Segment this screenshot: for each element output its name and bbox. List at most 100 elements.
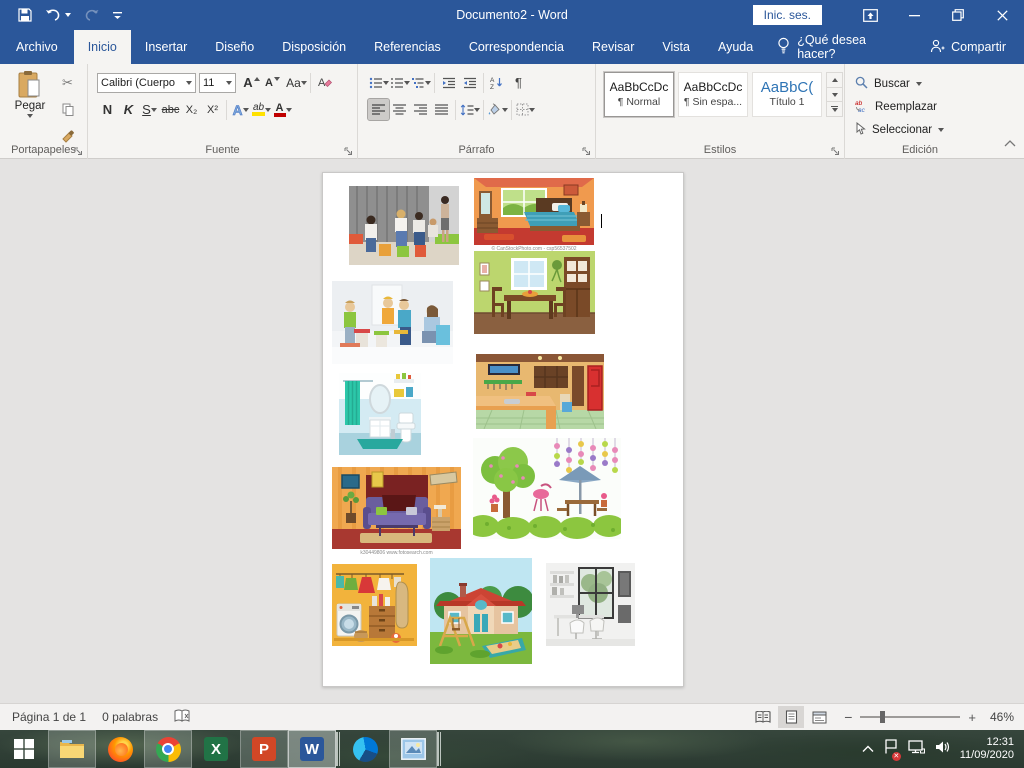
numbering-button[interactable] — [389, 72, 410, 93]
restore-button[interactable] — [936, 0, 980, 30]
tab-revisar[interactable]: Revisar — [578, 30, 648, 64]
tab-ayuda[interactable]: Ayuda — [704, 30, 767, 64]
sign-in-button[interactable]: Inic. ses. — [753, 5, 822, 25]
style-sin-espaciado[interactable]: AaBbCcDc ¶ Sin espa... — [678, 72, 748, 117]
taskbar-edge[interactable] — [341, 730, 389, 768]
superscript-button[interactable]: X² — [202, 99, 223, 120]
taskbar-excel[interactable]: X — [192, 730, 240, 768]
style-normal[interactable]: AaBbCcDc ¶ Normal — [604, 72, 674, 117]
ribbon-display-options-button[interactable] — [848, 0, 892, 30]
text-effects-button[interactable]: A — [230, 99, 251, 120]
strikethrough-button[interactable]: abc — [160, 99, 181, 120]
shading-button[interactable] — [487, 99, 508, 120]
image-home-office-photo[interactable] — [546, 563, 635, 646]
font-size-combobox[interactable]: 11 — [199, 73, 236, 93]
tray-chevron-icon[interactable] — [862, 740, 874, 758]
decrease-indent-button[interactable] — [438, 72, 459, 93]
increase-indent-button[interactable] — [459, 72, 480, 93]
bold-button[interactable]: N — [97, 99, 118, 120]
undo-caret[interactable] — [65, 13, 71, 17]
portapapeles-dialog-launcher[interactable] — [73, 144, 84, 155]
document-page[interactable]: © CanStockPhoto.com - csp56537502 — [322, 172, 684, 687]
collapse-ribbon-icon[interactable] — [1004, 134, 1016, 152]
borders-button[interactable] — [515, 99, 536, 120]
replace-button[interactable]: abac Reemplazar — [855, 97, 995, 116]
tab-archivo[interactable]: Archivo — [0, 30, 74, 64]
share-button[interactable]: Compartir — [912, 30, 1024, 64]
taskbar-file-explorer[interactable] — [48, 730, 96, 768]
subscript-button[interactable]: X₂ — [181, 99, 202, 120]
copy-icon[interactable] — [57, 99, 78, 120]
align-right-button[interactable] — [410, 99, 431, 120]
image-garden-clipart[interactable] — [473, 438, 621, 539]
clear-formatting-button[interactable]: A — [314, 72, 335, 93]
taskbar-chrome[interactable] — [144, 730, 192, 768]
italic-button[interactable]: K — [118, 99, 139, 120]
zoom-level[interactable]: 46% — [978, 710, 1014, 724]
justify-button[interactable] — [431, 99, 452, 120]
styles-gallery-scrollbar[interactable] — [826, 72, 843, 117]
grow-font-button[interactable]: A — [241, 72, 262, 93]
tab-correspondencia[interactable]: Correspondencia — [455, 30, 578, 64]
sort-button[interactable]: AZ — [487, 72, 508, 93]
web-layout-button[interactable] — [806, 706, 832, 728]
minimize-button[interactable] — [892, 0, 936, 30]
font-name-combobox[interactable]: Calibri (Cuerpo — [97, 73, 196, 93]
image-dining-room-clipart[interactable] — [474, 251, 595, 334]
tab-inicio[interactable]: Inicio — [74, 30, 131, 64]
taskbar-word[interactable]: W — [288, 730, 336, 768]
image-kitchen-clipart[interactable] — [476, 354, 604, 429]
tell-me-box[interactable]: ¿Qué desea hacer? — [767, 30, 912, 64]
shrink-font-button[interactable]: A — [262, 72, 283, 93]
image-bedroom-clipart[interactable] — [474, 178, 594, 245]
undo-icon[interactable] — [45, 9, 71, 22]
tray-volume-icon[interactable] — [935, 740, 950, 759]
line-spacing-button[interactable] — [459, 99, 480, 120]
select-button[interactable]: Seleccionar — [855, 120, 995, 139]
image-house-exterior-clipart[interactable] — [430, 558, 532, 664]
zoom-in-button[interactable]: + — [968, 710, 976, 725]
tab-disposicion[interactable]: Disposición — [268, 30, 360, 64]
document-area[interactable]: © CanStockPhoto.com - csp56537502 — [0, 160, 1024, 703]
bullets-button[interactable] — [368, 72, 389, 93]
change-case-button[interactable]: Aa — [286, 72, 307, 93]
zoom-slider[interactable] — [860, 716, 960, 718]
proofing-icon[interactable] — [174, 709, 191, 726]
show-paragraph-marks-button[interactable]: ¶ — [508, 72, 529, 93]
image-bathroom-clipart[interactable] — [339, 373, 421, 455]
clock[interactable]: 12:31 11/09/2020 — [960, 736, 1014, 762]
close-button[interactable] — [980, 0, 1024, 30]
image-kids-playing-photo[interactable] — [332, 281, 453, 364]
tray-security-flag-icon[interactable]: ✕ — [884, 739, 898, 759]
multilevel-list-button[interactable] — [410, 72, 431, 93]
image-living-room-clipart[interactable] — [332, 467, 461, 549]
read-mode-button[interactable] — [750, 706, 776, 728]
underline-button[interactable]: S — [139, 99, 160, 120]
taskbar-firefox[interactable] — [96, 730, 144, 768]
image-kids-classroom-photo[interactable] — [349, 186, 459, 265]
page-indicator[interactable]: Página 1 de 1 — [12, 710, 86, 724]
taskbar-powerpoint[interactable]: P — [240, 730, 288, 768]
taskbar-photos[interactable] — [389, 730, 437, 768]
zoom-out-button[interactable]: − — [844, 709, 852, 725]
find-button[interactable]: Buscar — [855, 74, 995, 93]
tab-diseno[interactable]: Diseño — [201, 30, 268, 64]
zoom-slider-thumb[interactable] — [880, 711, 885, 723]
tab-vista[interactable]: Vista — [648, 30, 704, 64]
align-center-button[interactable] — [389, 99, 410, 120]
customize-quick-access-icon[interactable] — [112, 10, 123, 21]
parrafo-dialog-launcher[interactable] — [581, 144, 592, 155]
tray-network-icon[interactable] — [908, 740, 925, 759]
align-left-button[interactable] — [368, 99, 389, 120]
cut-icon[interactable]: ✂ — [57, 72, 78, 93]
highlight-button[interactable]: ab — [251, 99, 272, 120]
fuente-dialog-launcher[interactable] — [343, 144, 354, 155]
estilos-dialog-launcher[interactable] — [830, 144, 841, 155]
print-layout-button[interactable] — [778, 706, 804, 728]
word-count[interactable]: 0 palabras — [102, 710, 158, 724]
style-titulo-1[interactable]: AaBbC( Título 1 — [752, 72, 822, 117]
start-button[interactable] — [0, 730, 48, 768]
font-color-button[interactable]: A — [272, 99, 293, 120]
tab-insertar[interactable]: Insertar — [131, 30, 201, 64]
image-laundry-room-clipart[interactable] — [332, 564, 417, 646]
